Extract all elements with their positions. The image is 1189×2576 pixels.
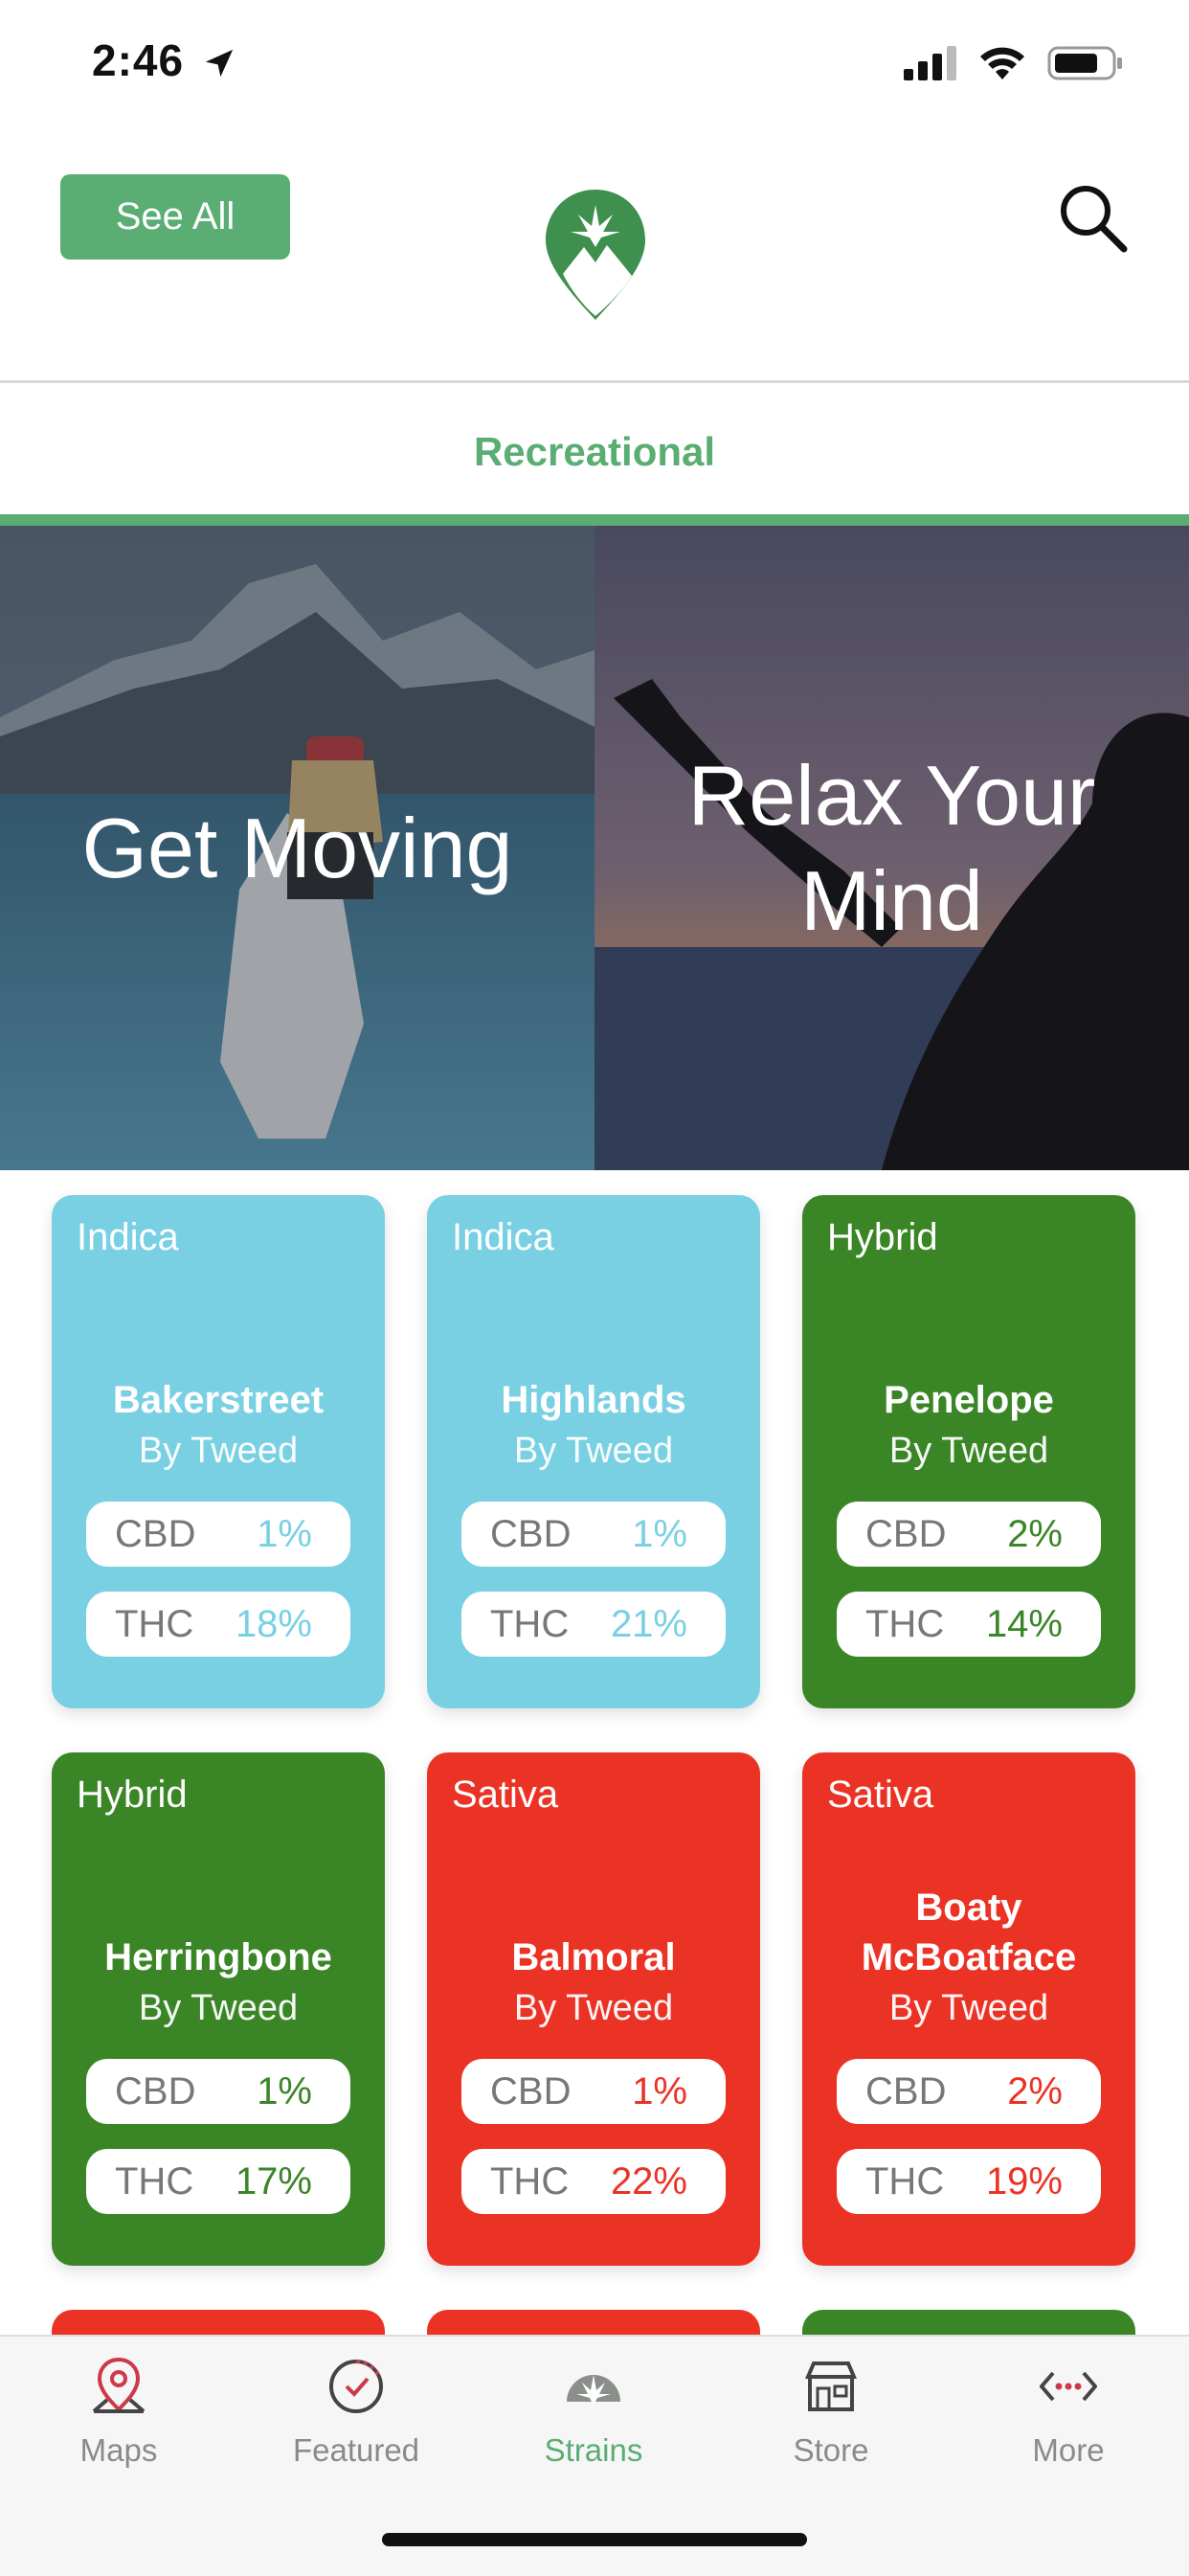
cbd-label: CBD [490,1512,572,1555]
cbd-pill: CBD 1% [86,1502,350,1567]
hero-relax-line2: Mind [800,852,983,948]
cbd-value: 2% [1007,2069,1063,2113]
strain-type: Hybrid [77,1774,188,1816]
strain-name-line1: Boaty [915,1887,1022,1929]
strain-card-herringbone[interactable]: Hybrid Herringbone By Tweed CBD 1% THC 1… [52,1752,385,2266]
app-logo [544,188,647,322]
cbd-label: CBD [115,1512,196,1555]
strain-producer: By Tweed [888,1431,1049,1471]
strain-name-line2: McBoatface [861,1936,1077,1978]
thc-pill: THC 21% [461,1592,726,1657]
thc-label: THC [865,2159,945,2203]
strain-type: Indica [77,1216,179,1258]
cbd-label: CBD [865,1512,947,1555]
strain-card-balmoral[interactable]: Sativa Balmoral By Tweed CBD 1% THC 22% [427,1752,760,2266]
strain-name: Herringbone [104,1936,332,1978]
nav-more[interactable]: More [950,2337,1187,2528]
strain-card-penelope[interactable]: Hybrid Penelope By Tweed CBD 2% THC 14% [802,1195,1135,1708]
strain-name: Penelope [884,1379,1054,1421]
nav-maps-label: Maps [79,2432,158,2468]
strain-card-highlands[interactable]: Indica Highlands By Tweed CBD 1% THC 21% [427,1195,760,1708]
cbd-pill: CBD 2% [837,1502,1101,1567]
thc-pill: THC 17% [86,2149,350,2214]
thc-pill: THC 14% [837,1592,1101,1657]
cbd-pill: CBD 1% [461,1502,726,1567]
battery-icon [1047,44,1124,87]
strain-type: Hybrid [827,1216,938,1258]
strain-producer: By Tweed [138,1431,299,1471]
thc-value: 19% [985,2159,1063,2203]
strain-card-bakerstreet[interactable]: Indica Bakerstreet By Tweed CBD 1% THC 1… [52,1195,385,1708]
nav-strains[interactable]: Strains [475,2337,712,2528]
strain-type: Sativa [452,1774,559,1816]
status-icons [904,44,1124,87]
hero-relax-label: Relax Your Mind [594,526,1189,1170]
code-dots-icon [1039,2356,1098,2419]
cbd-pill: CBD 2% [837,2059,1101,2124]
strain-card-boaty-mcboatface[interactable]: Sativa Boaty McBoatface By Tweed CBD 2% … [802,1752,1135,2266]
thc-value: 18% [235,1602,312,1645]
header-divider [0,380,1189,383]
thc-label: THC [490,2159,570,2203]
nav-featured-label: Featured [292,2432,420,2468]
thc-pill: THC 19% [837,2149,1101,2214]
cbd-label: CBD [115,2069,196,2113]
map-pin-icon [90,2356,147,2419]
thc-value: 22% [610,2159,687,2203]
status-time-text: 2:46 [92,35,185,85]
thc-label: THC [490,1602,570,1645]
cbd-value: 1% [257,1512,312,1555]
signal-icon [904,46,957,85]
strain-name: Balmoral [511,1936,676,1978]
cbd-label: CBD [865,2069,947,2113]
tab-recreational[interactable]: Recreational [0,429,1189,475]
strain-producer: By Tweed [513,1988,674,2028]
wifi-icon [978,45,1026,86]
home-indicator[interactable] [382,2533,807,2546]
cbd-value: 1% [632,1512,687,1555]
strain-type: Sativa [827,1774,934,1816]
nav-store[interactable]: Store [712,2337,950,2528]
cbd-pill: CBD 1% [461,2059,726,2124]
location-arrow-icon [203,38,236,90]
cbd-value: 2% [1007,1512,1063,1555]
strain-producer: By Tweed [513,1431,674,1471]
hero-relax-your-mind[interactable]: Relax Your Mind [594,526,1189,1170]
cbd-label: CBD [490,2069,572,2113]
thc-pill: THC 18% [86,1592,350,1657]
cbd-value: 1% [632,2069,687,2113]
search-icon[interactable] [1057,182,1130,255]
thc-value: 17% [235,2159,312,2203]
nav-store-label: Store [793,2432,869,2468]
featured-check-icon [327,2356,385,2419]
thc-value: 14% [985,1602,1063,1645]
thc-pill: THC 22% [461,2149,726,2214]
hero-get-moving-label: Get Moving [81,800,513,895]
thc-label: THC [115,1602,194,1645]
leaf-icon [565,2356,622,2419]
nav-featured[interactable]: Featured [237,2337,475,2528]
strain-name: Bakerstreet [112,1379,325,1421]
hero-get-moving[interactable]: Get Moving [0,526,594,1170]
thc-label: THC [115,2159,194,2203]
hero-relax-line1: Relax Your [687,747,1096,843]
status-time: 2:46 [92,34,236,90]
cbd-value: 1% [257,2069,312,2113]
strain-producer: By Tweed [138,1988,299,2028]
strain-name: Highlands [501,1379,686,1421]
thc-value: 21% [610,1602,687,1645]
nav-maps[interactable]: Maps [0,2337,237,2528]
nav-strains-label: Strains [544,2432,643,2468]
thc-label: THC [865,1602,945,1645]
tab-indicator [0,514,1189,526]
store-icon [802,2356,860,2419]
cbd-pill: CBD 1% [86,2059,350,2124]
strain-producer: By Tweed [888,1988,1049,2028]
see-all-button[interactable]: See All [60,174,290,260]
nav-more-label: More [1032,2432,1105,2468]
strain-type: Indica [452,1216,554,1258]
